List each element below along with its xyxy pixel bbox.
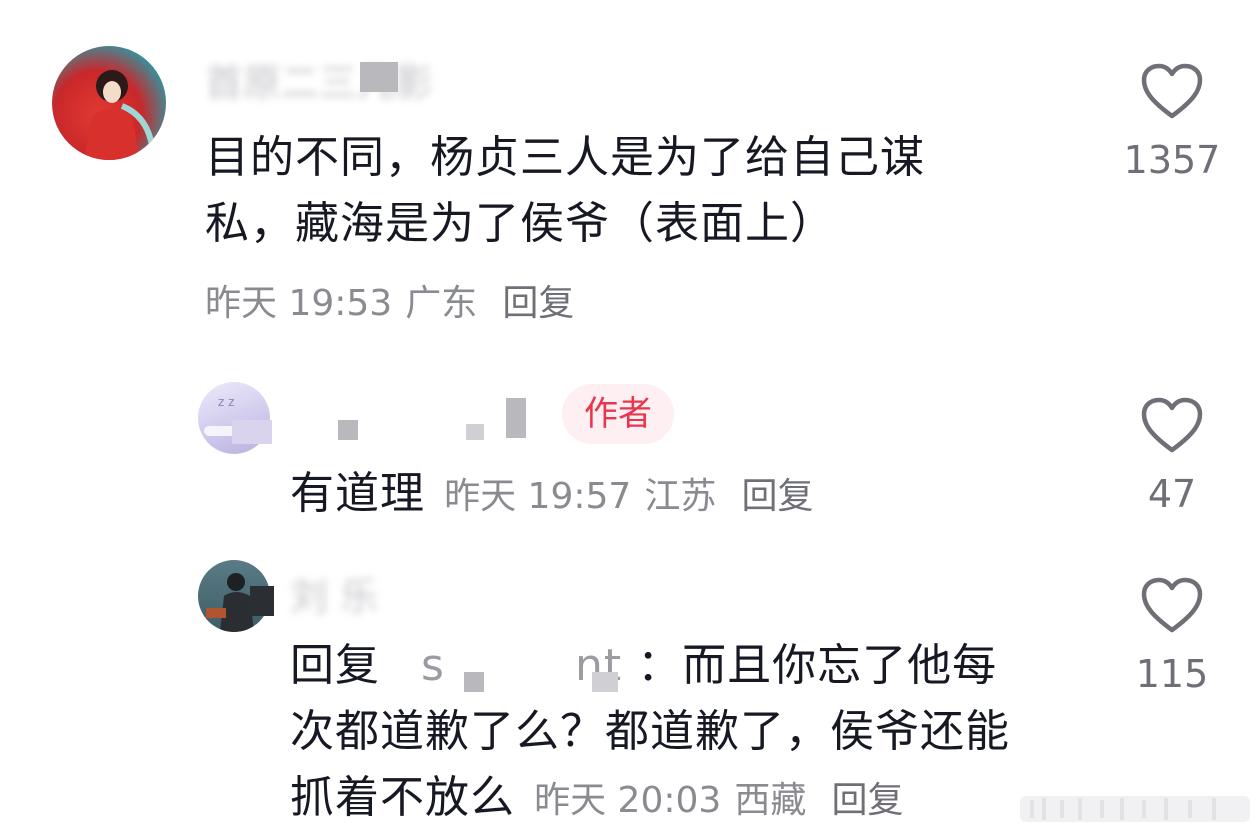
svg-text:z z: z z	[218, 395, 234, 409]
comment-text-line2: 次都道歉了么？都道歉了，侯爷还能	[290, 706, 1010, 757]
reply-button[interactable]: 回复	[832, 780, 904, 821]
comment-text-line1: 目的不同，杨贞三人是为了给自己谋	[205, 132, 925, 183]
comment-location: 广东	[405, 283, 478, 324]
comment-text-line3: 抓着不放么	[290, 772, 515, 823]
username-mosaic	[464, 672, 484, 692]
comment-location: 江苏	[644, 476, 717, 517]
comment-text: 有道理	[290, 468, 425, 519]
like-count: 47	[1147, 472, 1197, 516]
heart-outline-icon	[1141, 63, 1203, 119]
reply-button[interactable]: 回复	[742, 476, 814, 517]
comment-meta: 昨天 19:53 广东 回复	[205, 274, 574, 326]
comment-location: 西藏	[734, 780, 807, 821]
heart-outline-icon	[1141, 577, 1203, 633]
avatar[interactable]	[52, 46, 166, 160]
like-button[interactable]	[1112, 62, 1232, 124]
author-badge: 作者	[562, 384, 674, 444]
like-button[interactable]	[1112, 576, 1232, 638]
comment-time: 昨天 19:57	[444, 476, 632, 517]
quoted-username-start: s	[421, 640, 445, 691]
comment-username[interactable]: 首原二三几影	[205, 52, 433, 107]
username-mosaic	[338, 420, 358, 440]
comment-time: 昨天 20:03	[534, 780, 722, 821]
reply-button[interactable]: 回复	[502, 283, 574, 324]
username-mosaic	[232, 420, 272, 444]
comment-row: 有道理 昨天 19:57 江苏 回复	[290, 462, 814, 526]
comment-text-line1: 回复 s nt ：而且你忘了他每	[290, 634, 997, 698]
comment-text-line2: 私，藏海是为了侯爷（表面上）	[205, 198, 835, 249]
like-count: 1357	[1123, 138, 1221, 182]
username-mosaic	[360, 62, 398, 92]
heart-outline-icon	[1141, 397, 1203, 453]
username-mosaic	[466, 424, 484, 440]
comment-username[interactable]: 刘 乐	[290, 566, 378, 621]
avatar-figure	[84, 70, 155, 160]
username-mosaic	[250, 586, 274, 616]
watermark-glyphs	[1030, 798, 1216, 820]
comment-row: 抓着不放么 昨天 20:03 西藏 回复	[290, 766, 904, 830]
comment-text-rest: ：而且你忘了他每	[637, 640, 998, 691]
like-count: 115	[1135, 652, 1209, 696]
watermark	[1020, 796, 1250, 822]
comment-time: 昨天 19:53	[205, 283, 393, 324]
like-button[interactable]	[1112, 396, 1232, 458]
reply-prefix: 回复	[290, 640, 380, 691]
username-mosaic	[506, 398, 526, 438]
username-mosaic	[592, 672, 618, 692]
